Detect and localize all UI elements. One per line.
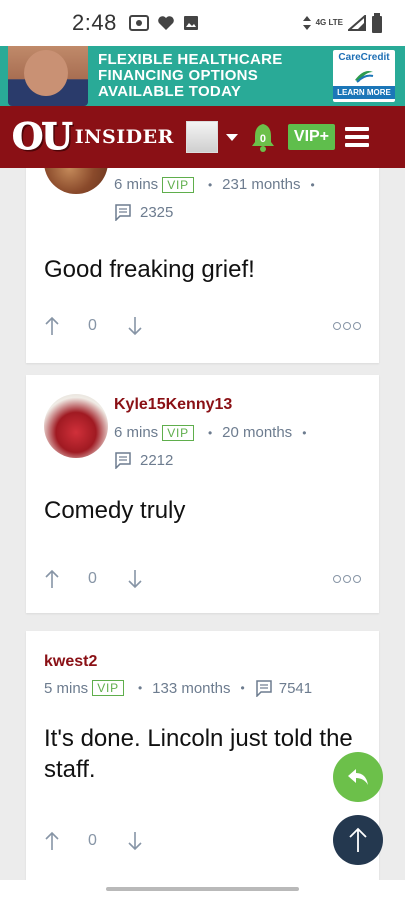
username-link[interactable]: kwest2	[44, 653, 97, 671]
upvote-arrow-icon[interactable]	[44, 316, 60, 336]
post-body: It's done. Lincoln just told the staff.	[44, 725, 353, 783]
home-gesture-handle[interactable]	[106, 887, 299, 891]
post-body: Good freaking grief!	[44, 256, 255, 283]
status-time: 2:48	[72, 10, 117, 35]
ad-person-image	[24, 50, 68, 96]
network-label: 4G LTE	[315, 18, 343, 27]
vote-count: 0	[88, 570, 97, 587]
cast-icon	[128, 15, 149, 31]
member-tenure: 133 months	[152, 679, 231, 697]
separator-dot: •	[137, 681, 143, 695]
arrow-up-icon	[349, 827, 367, 852]
status-bar: 2:48 4G LTE	[0, 0, 405, 46]
vote-count: 0	[88, 832, 97, 849]
ad-banner[interactable]: FLEXIBLE HEALTHCARE FINANCING OPTIONS AV…	[0, 46, 405, 106]
post-actions: 0	[44, 566, 361, 592]
brand-logo-icon	[355, 71, 374, 83]
downvote-arrow-icon[interactable]	[127, 316, 143, 336]
separator-dot: •	[240, 681, 245, 695]
reply-count: 2325	[114, 203, 173, 221]
post-actions: 0	[44, 313, 361, 339]
post-meta: 6 mins VIP • 20 months •	[114, 424, 316, 441]
downvote-arrow-icon[interactable]	[127, 569, 143, 589]
battery-icon	[372, 13, 382, 33]
more-options-icon[interactable]	[333, 575, 361, 583]
post-card: kwest2 5 mins VIP • 133 months • 7541 It…	[26, 631, 379, 880]
site-logo[interactable]: OU INSIDER	[12, 115, 174, 159]
vip-badge: VIP	[92, 680, 124, 696]
data-arrows-icon	[302, 16, 311, 30]
upvote-arrow-icon[interactable]	[44, 569, 60, 589]
system-nav-bar	[0, 880, 405, 900]
upvote-arrow-icon[interactable]	[44, 831, 60, 851]
comment-icon	[115, 452, 131, 469]
separator-dot: •	[207, 425, 213, 440]
signal-icon	[348, 15, 366, 31]
more-options-icon[interactable]	[333, 322, 361, 330]
ad-headline: FLEXIBLE HEALTHCARE FINANCING OPTIONS AV…	[98, 51, 283, 100]
post-time: 6 mins	[114, 176, 159, 193]
member-tenure: 231 months	[222, 176, 301, 193]
post-card: 6 mins VIP • 231 months • 2325 Good frea…	[26, 168, 379, 363]
vip-badge: VIP	[162, 176, 194, 193]
downvote-arrow-icon[interactable]	[127, 831, 143, 851]
username-link[interactable]: Kyle15Kenny13	[114, 396, 232, 414]
comment-icon	[115, 204, 131, 221]
vip-badge: VIP	[162, 424, 194, 441]
reply-button[interactable]	[333, 752, 383, 802]
avatar[interactable]	[44, 394, 108, 458]
heart-icon	[158, 16, 174, 30]
reply-count: 2212	[114, 451, 173, 469]
site-header: OU INSIDER 0 VIP+	[0, 106, 405, 168]
post-time: 6 mins	[114, 424, 159, 441]
reply-arrow-icon	[348, 769, 368, 785]
separator-dot: •	[310, 177, 315, 192]
reply-count: 7541	[278, 679, 313, 697]
ad-learn-more-button[interactable]: LEARN MORE	[333, 86, 395, 99]
logo-ou: OU	[12, 116, 74, 159]
notification-count: 0	[259, 133, 266, 145]
image-icon	[183, 16, 198, 30]
ad-brand-name: CareCredit	[338, 52, 390, 63]
post-actions: 0	[44, 828, 361, 854]
separator-dot: •	[302, 425, 307, 440]
post-card: Kyle15Kenny13 6 mins VIP • 20 months • 2…	[26, 375, 379, 613]
post-body: Comedy truly	[44, 497, 186, 524]
vote-count: 0	[88, 317, 97, 334]
post-meta: 5 mins VIP • 133 months • 7541	[44, 679, 312, 697]
user-avatar-button[interactable]	[185, 121, 218, 153]
logo-insider: INSIDER	[74, 126, 174, 148]
comment-icon	[255, 680, 272, 697]
chevron-down-icon[interactable]	[225, 133, 238, 141]
notifications-button[interactable]: 0	[250, 122, 276, 152]
post-time: 5 mins	[44, 679, 89, 697]
hamburger-menu-icon[interactable]	[345, 127, 370, 147]
ad-brand-panel[interactable]: CareCredit LEARN MORE	[333, 50, 395, 102]
post-meta: 6 mins VIP • 231 months •	[114, 176, 325, 193]
member-tenure: 20 months	[222, 424, 293, 441]
vip-plus-button[interactable]: VIP+	[287, 124, 336, 150]
scroll-to-top-button[interactable]	[333, 815, 383, 865]
avatar[interactable]	[44, 168, 108, 194]
separator-dot: •	[207, 177, 213, 192]
